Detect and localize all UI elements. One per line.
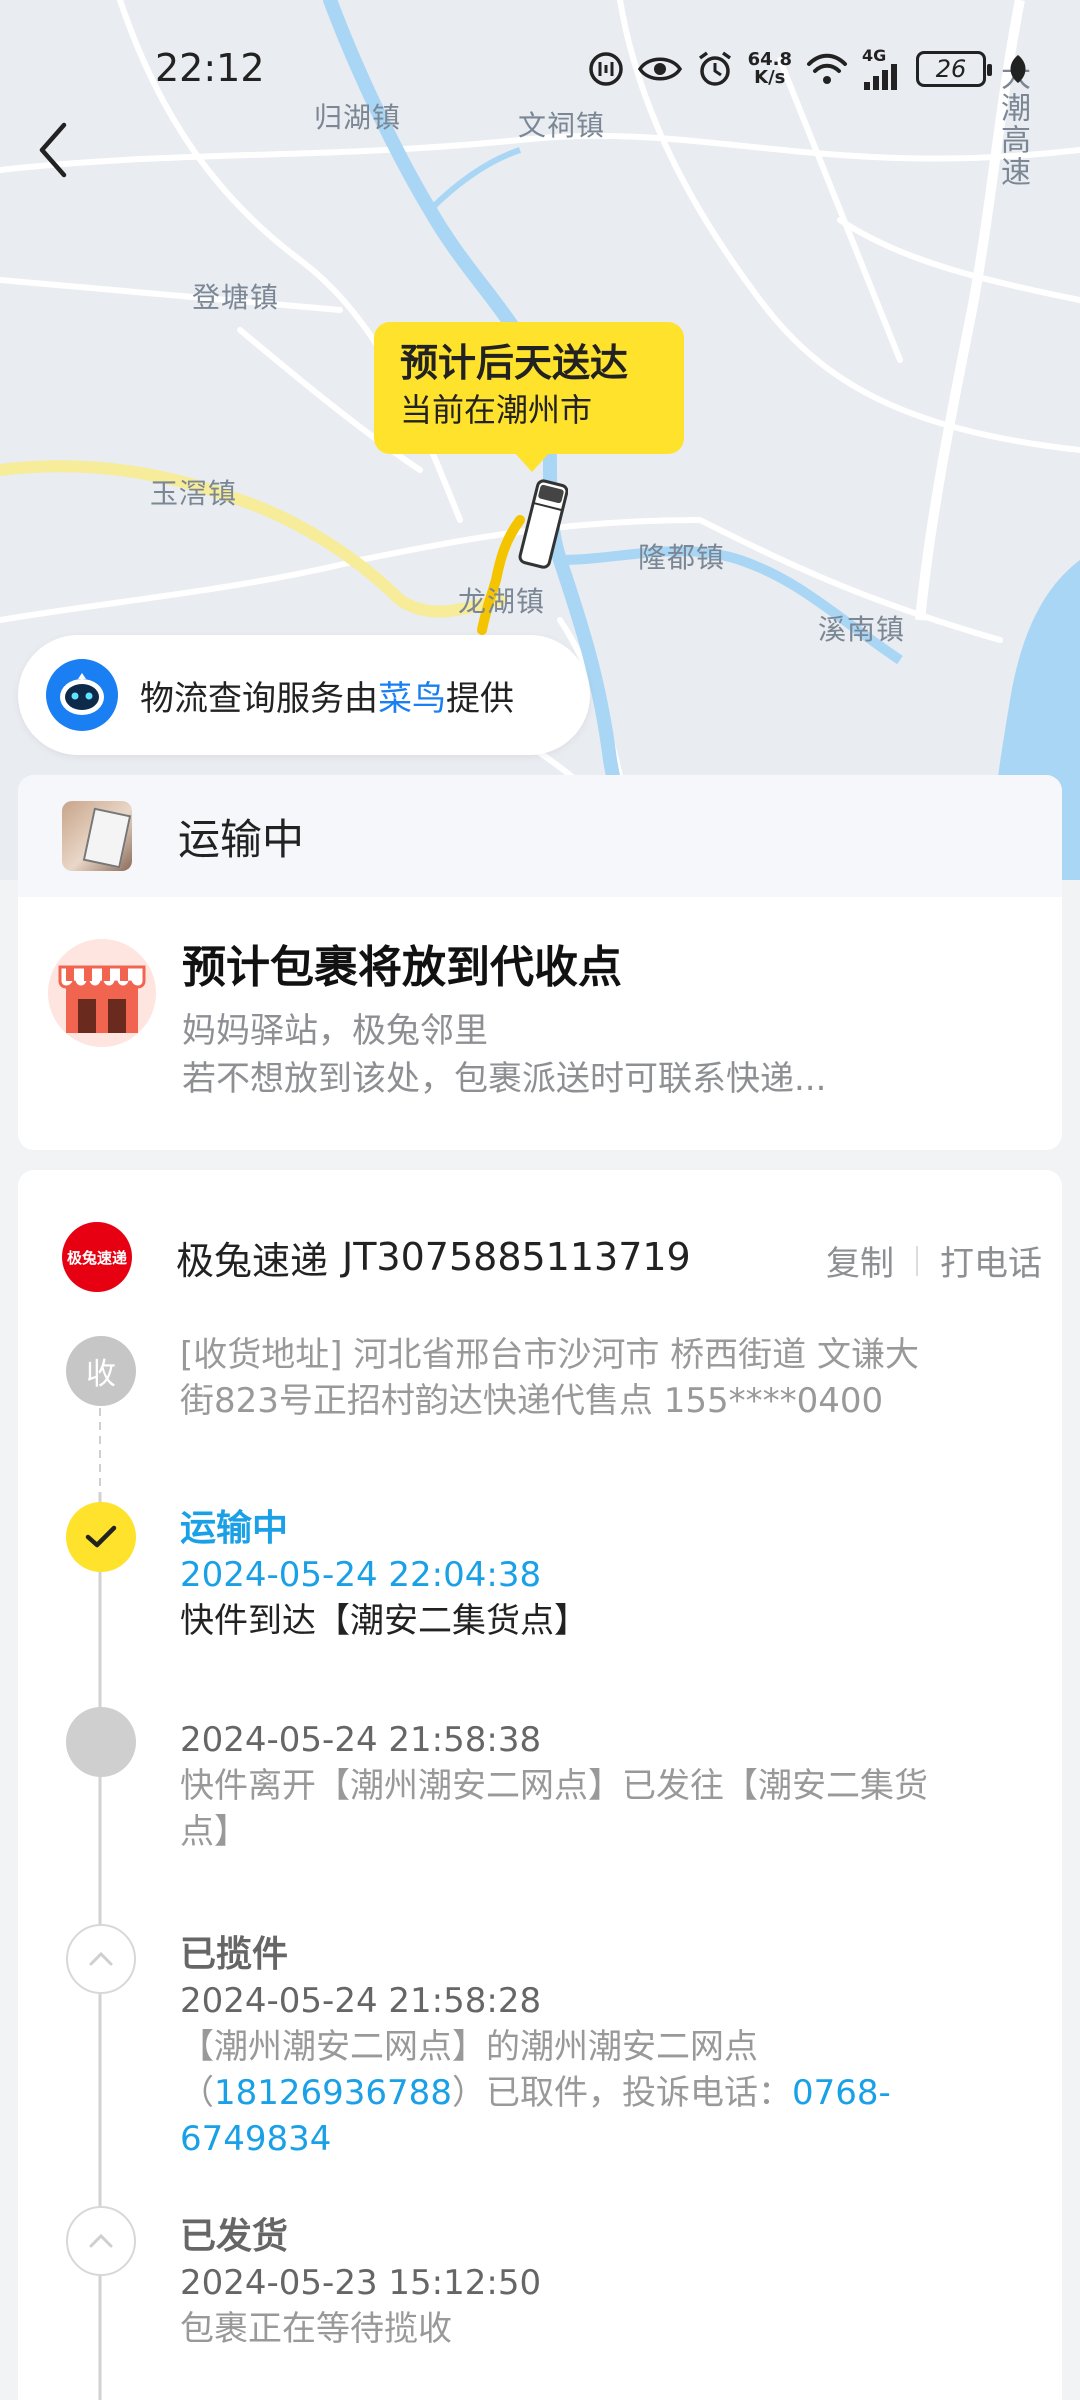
carrier-logo: 极兔速递: [62, 1222, 132, 1292]
tracking-number: JT3075885113719: [342, 1235, 691, 1279]
status-icons: 64.8 K/s 4G 26: [588, 48, 1030, 90]
event-node-expand[interactable]: [66, 1924, 136, 1994]
eta-current-location: 当前在潮州市: [400, 391, 593, 429]
address-badge: 收: [66, 1336, 136, 1406]
timeline-event-2: 2024-05-24 21:58:38 快件离开【潮州潮安二网点】已发往【潮安二…: [180, 1717, 1040, 1855]
cainiao-logo-icon: [46, 659, 118, 731]
event-4-desc: 包裹正在等待揽收: [180, 2309, 452, 2349]
courier-phone-link[interactable]: 18126936788: [214, 2073, 452, 2113]
eta-bubble: 预计后天送达 当前在潮州市: [374, 322, 684, 472]
provider-prefix: 物流查询服务由: [140, 678, 378, 719]
event-1-desc: 快件到达【潮安二集货点】: [180, 1601, 588, 1641]
carrier-name: 极兔速递: [176, 1238, 329, 1283]
status-time: 22:12: [155, 46, 265, 90]
map-label-longdu: 隆都镇: [638, 541, 726, 574]
complaint-label: ）已取件，投诉电话：: [451, 2073, 792, 2113]
event-node-expand[interactable]: [66, 2206, 136, 2276]
action-divider: [916, 1245, 918, 1276]
pickup-point-info[interactable]: 预计包裹将放到代收点 妈妈驿站，极兔邻里 若不想放到该处，包裹派送时可联系快递.…: [18, 897, 1062, 1103]
back-button[interactable]: [28, 120, 78, 180]
delivery-summary-card: 运输中 预计包裹将放到代收点 妈妈驿站，极兔邻里 若不想放到该处，包裹派送时可联…: [18, 775, 1062, 1150]
paren-open: （: [180, 2073, 214, 2113]
event-node-grey: [66, 1707, 136, 1777]
alarm-icon: [696, 50, 734, 88]
delivery-address: [收货地址] 河北省邢台市沙河市 桥西街道 文谦大 街823号正招村韵达快递代售…: [180, 1332, 1040, 1424]
provider-name-link[interactable]: 菜鸟: [378, 679, 446, 719]
complaint-phone-link-part1[interactable]: 0768-: [792, 2073, 891, 2113]
net-speed: 64.8 K/s: [748, 51, 792, 87]
address-line-1: [收货地址] 河北省邢台市沙河市 桥西街道 文谦大: [180, 1335, 919, 1375]
map-label-dengtang: 登塘镇: [192, 281, 280, 314]
event-2-desc-line-2: 点】: [180, 1812, 248, 1852]
battery-indicator: 26: [916, 51, 992, 87]
map-label-xinan: 溪南镇: [818, 613, 906, 646]
event-3-desc-line-3: 6749834: [180, 2116, 1040, 2162]
event-3-desc-line-2: （18126936788）已取件，投诉电话：0768-: [180, 2070, 1040, 2116]
event-4-time: 2024-05-23 15:12:50: [180, 2263, 542, 2303]
event-3-desc-line-1: 【潮州潮安二网点】的潮州潮安二网点: [180, 2027, 758, 2067]
copy-button[interactable]: 复制: [826, 1236, 894, 1285]
chevron-up-icon: [89, 1951, 113, 1966]
delivery-point: 妈妈驿站，极兔邻里: [182, 1011, 488, 1051]
event-3-title: 已揽件: [180, 1934, 289, 1975]
timeline-event-1: 运输中 2024-05-24 22:04:38 快件到达【潮安二集货点】: [180, 1506, 1040, 1644]
delivery-note: 若不想放到该处，包裹派送时可联系快递...: [182, 1059, 827, 1099]
event-1-title: 运输中: [180, 1508, 289, 1549]
chevron-up-icon: [89, 2233, 113, 2248]
timeline-event-4: 已发货 2024-05-23 15:12:50 包裹正在等待揽收: [180, 2214, 1040, 2352]
provider-suffix: 提供: [446, 678, 514, 719]
provider-text: 物流查询服务由菜鸟提供: [140, 671, 514, 720]
network-type: 4G: [862, 46, 887, 65]
shipment-status-row[interactable]: 运输中: [18, 775, 1062, 897]
carrier-actions: 复制 打电话: [826, 1236, 1042, 1285]
check-icon: [85, 1525, 117, 1548]
tracking-detail-card: 极兔速递 极兔速递 JT3075885113719 复制 打电话 收 [收货地址…: [18, 1170, 1062, 2400]
eye-icon: [637, 54, 682, 84]
cellular-signal-icon: 4G: [862, 48, 902, 90]
carrier-row: 极兔速递 极兔速递 JT3075885113719 复制 打电话: [62, 1222, 1042, 1292]
wifi-icon: [806, 52, 848, 86]
delivery-headline: 预计包裹将放到代收点: [182, 942, 622, 993]
map-label-yujiao: 玉滘镇: [150, 477, 238, 510]
leaf-icon: [1006, 53, 1030, 85]
truck-icon: [518, 479, 568, 569]
eta-title: 预计后天送达: [400, 341, 629, 385]
complaint-phone-link-part2[interactable]: 6749834: [180, 2119, 331, 2159]
event-2-time: 2024-05-24 21:58:38: [180, 1720, 542, 1760]
chevron-left-icon: [39, 122, 67, 178]
status-bar: 22:12 64.8 K/s 4G 26: [0, 0, 1080, 140]
cainiao-provider-badge[interactable]: 物流查询服务由菜鸟提供: [18, 635, 590, 755]
map-label-longhu: 龙湖镇: [458, 585, 546, 618]
timeline-event-3: 已揽件 2024-05-24 21:58:28 【潮州潮安二网点】的潮州潮安二网…: [180, 1932, 1040, 2162]
shipment-status: 运输中: [178, 814, 305, 864]
event-4-title: 已发货: [180, 2216, 289, 2257]
pickup-store-icon: [48, 939, 156, 1047]
address-line-2: 街823号正招村韵达快递代售点 155****0400: [180, 1381, 884, 1421]
event-3-time: 2024-05-24 21:58:28: [180, 1981, 542, 2021]
event-1-time: 2024-05-24 22:04:38: [180, 1555, 542, 1595]
product-thumbnail: [62, 801, 132, 871]
data-saver-icon: [588, 51, 624, 87]
call-button[interactable]: 打电话: [940, 1236, 1042, 1285]
event-current-node: [66, 1502, 136, 1572]
event-2-desc-line-1: 快件离开【潮州潮安二网点】已发往【潮安二集货: [180, 1766, 928, 1806]
net-speed-unit: K/s: [754, 67, 786, 88]
